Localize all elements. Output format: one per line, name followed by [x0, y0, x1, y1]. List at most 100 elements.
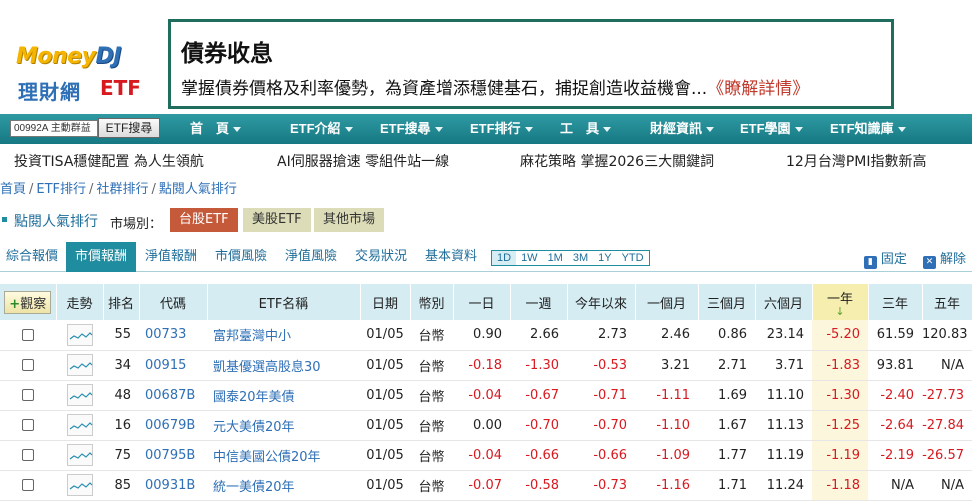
etf-search-button[interactable]: ETF搜尋	[98, 118, 160, 138]
table-row[interactable]: 34 00915 凱基優選高股息30 01/05 台幣 -0.18 -1.30 -0.53 3.…	[0, 350, 972, 381]
nav-item[interactable]: ETF學園	[740, 114, 830, 144]
nav-item[interactable]: ETF介紹	[290, 114, 380, 144]
nav-item[interactable]: ETF排行	[470, 114, 560, 144]
trend-cell	[56, 440, 103, 471]
period-1d[interactable]: 1D	[492, 251, 517, 265]
col-header-5y[interactable]: 五年	[922, 284, 972, 320]
ad-banner[interactable]: 債券收息 掌握債券價格及利率優勢，為資產增添穩健基石，捕捉創造收益機會...《瞭…	[168, 19, 894, 109]
name-link[interactable]: 元大美債20年	[207, 410, 360, 441]
col-header-currency[interactable]: 幣別	[410, 284, 454, 320]
moneydj-etf-logo[interactable]: MoneyDJ 理財網 ETF	[14, 44, 154, 104]
breadcrumb-social-rank[interactable]: 社群排行	[96, 182, 148, 197]
return-m6-cell: 11.10	[755, 380, 812, 411]
sparkline-chart-icon[interactable]	[66, 354, 93, 376]
news-ticker: 投資TISA穩健配置 為人生領航 AI伺服器搶速 零組件站一線 麻花策略 掌握2…	[0, 147, 972, 173]
return-m3-cell: 1.69	[698, 380, 755, 411]
return-y3-cell: 61.59	[868, 320, 922, 351]
period-1y[interactable]: 1Y	[593, 251, 616, 265]
nav-item[interactable]: 財經資訊	[650, 114, 740, 144]
col-header-6m[interactable]: 六個月	[755, 284, 813, 320]
return-m1-cell: -1.16	[635, 470, 698, 501]
nav-item[interactable]: ETF搜尋	[380, 114, 470, 144]
return-m3-cell: 2.71	[698, 350, 755, 381]
tab-basic-info[interactable]: 基本資料	[416, 242, 486, 272]
ticker-item[interactable]: 12月台灣PMI指數新高	[786, 151, 926, 171]
return-m1-cell: -1.10	[635, 410, 698, 441]
col-header-1y[interactable]: 一年 ↓	[812, 284, 869, 320]
sparkline-chart-icon[interactable]	[66, 444, 93, 466]
table-row[interactable]: 55 00733 富邦臺灣中小 01/05 台幣 0.90 2.66 2.73 2.46 0.86…	[0, 320, 972, 351]
col-header-trend[interactable]: 走勢	[56, 284, 104, 320]
return-m1-cell: 2.46	[635, 320, 698, 351]
name-link[interactable]: 統一美債20年	[207, 470, 360, 501]
name-link[interactable]: 國泰20年美債	[207, 380, 360, 411]
period-1w[interactable]: 1W	[516, 251, 543, 265]
period-1m[interactable]: 1M	[543, 251, 568, 265]
chevron-down-icon	[794, 127, 803, 133]
etf-search-input[interactable]: 00992A 主動群益	[10, 120, 98, 137]
sparkline-chart-icon[interactable]	[66, 474, 93, 496]
col-header-ytd[interactable]: 今年以來	[567, 284, 636, 320]
sparkline-chart-icon[interactable]	[66, 414, 93, 436]
row-checkbox[interactable]	[22, 359, 34, 371]
row-checkbox[interactable]	[22, 389, 34, 401]
sparkline-chart-icon[interactable]	[66, 384, 93, 406]
nav-item[interactable]: 工 具	[560, 114, 650, 144]
banner-more-link[interactable]: 《瞭解詳情》	[707, 79, 809, 99]
table-row[interactable]: 16 00679B 元大美債20年 01/05 台幣 0.00 -0.70 -0.70 -1.1…	[0, 410, 972, 441]
col-header-1m[interactable]: 一個月	[635, 284, 699, 320]
market-tab-other[interactable]: 其他市場	[314, 208, 385, 232]
row-checkbox[interactable]	[22, 419, 34, 431]
col-header-1w[interactable]: 一週	[510, 284, 568, 320]
return-m6-cell: 3.71	[755, 350, 812, 381]
market-label: 市場別：	[110, 217, 163, 232]
return-y1-cell: -5.20	[812, 320, 868, 351]
breadcrumb-home[interactable]: 首頁	[0, 182, 26, 197]
currency-cell: 台幣	[410, 350, 453, 381]
sparkline-chart-icon[interactable]	[66, 323, 93, 346]
market-tab-us[interactable]: 美股ETF	[243, 208, 311, 232]
col-header-1d[interactable]: 一日	[453, 284, 511, 320]
col-header-3m[interactable]: 三個月	[698, 284, 756, 320]
code-link[interactable]: 00733	[139, 320, 207, 351]
tab-market-risk[interactable]: 市價風險	[206, 242, 276, 272]
col-header-rank[interactable]: 排名	[103, 284, 140, 320]
table-row[interactable]: 48 00687B 國泰20年美債 01/05 台幣 -0.04 -0.67 -0.71 -1.…	[0, 380, 972, 411]
col-header-3y[interactable]: 三年	[868, 284, 923, 320]
name-link[interactable]: 凱基優選高股息30	[207, 350, 360, 381]
tab-trading[interactable]: 交易狀況	[346, 242, 416, 272]
ticker-item[interactable]: AI伺服器搶速 零組件站一線	[277, 151, 449, 171]
return-ytd-cell: -0.73	[567, 470, 635, 501]
code-link[interactable]: 00915	[139, 350, 207, 381]
pin-button[interactable]: ▮ 固定	[863, 252, 907, 269]
row-checkbox[interactable]	[22, 449, 34, 461]
ticker-item[interactable]: 麻花策略 掌握2026三大關鍵詞	[520, 151, 714, 171]
watch-button[interactable]: +觀察	[4, 290, 52, 314]
tab-market-return[interactable]: 市價報酬	[66, 242, 136, 272]
ticker-item[interactable]: 投資TISA穩健配置 為人生領航	[14, 151, 204, 171]
code-link[interactable]: 00687B	[139, 380, 207, 411]
table-row[interactable]: 75 00795B 中信美國公債20年 01/05 台幣 -0.04 -0.66 -0.66-…	[0, 440, 972, 471]
name-link[interactable]: 富邦臺灣中小	[207, 320, 360, 351]
row-checkbox[interactable]	[22, 328, 34, 341]
table-row[interactable]: 85 00931B 統一美債20年 01/05 台幣 -0.07 -0.58 -0.73 -1.…	[0, 470, 972, 501]
code-link[interactable]: 00931B	[139, 470, 207, 501]
name-link[interactable]: 中信美國公債20年	[207, 440, 360, 471]
period-3m[interactable]: 3M	[568, 251, 593, 265]
market-tab-tw[interactable]: 台股ETF	[170, 208, 238, 232]
nav-item[interactable]: ETF知識庫	[830, 114, 930, 144]
tab-nav-risk[interactable]: 淨值風險	[276, 242, 346, 272]
release-button[interactable]: ✕ 解除	[922, 252, 966, 269]
code-link[interactable]: 00795B	[139, 440, 207, 471]
col-header-code[interactable]: 代碼	[139, 284, 208, 320]
period-ytd[interactable]: YTD	[617, 251, 649, 265]
col-header-name[interactable]: ETF名稱	[207, 284, 361, 320]
code-link[interactable]: 00679B	[139, 410, 207, 441]
breadcrumb-current[interactable]: 點閱人氣排行	[159, 182, 237, 197]
nav-item[interactable]: 首 頁	[190, 114, 290, 144]
tab-nav-return[interactable]: 淨值報酬	[136, 242, 206, 272]
col-header-date[interactable]: 日期	[360, 284, 411, 320]
row-checkbox[interactable]	[22, 479, 34, 491]
tab-overview[interactable]: 綜合報價	[0, 242, 64, 272]
breadcrumb-etf-rank[interactable]: ETF排行	[36, 182, 86, 197]
